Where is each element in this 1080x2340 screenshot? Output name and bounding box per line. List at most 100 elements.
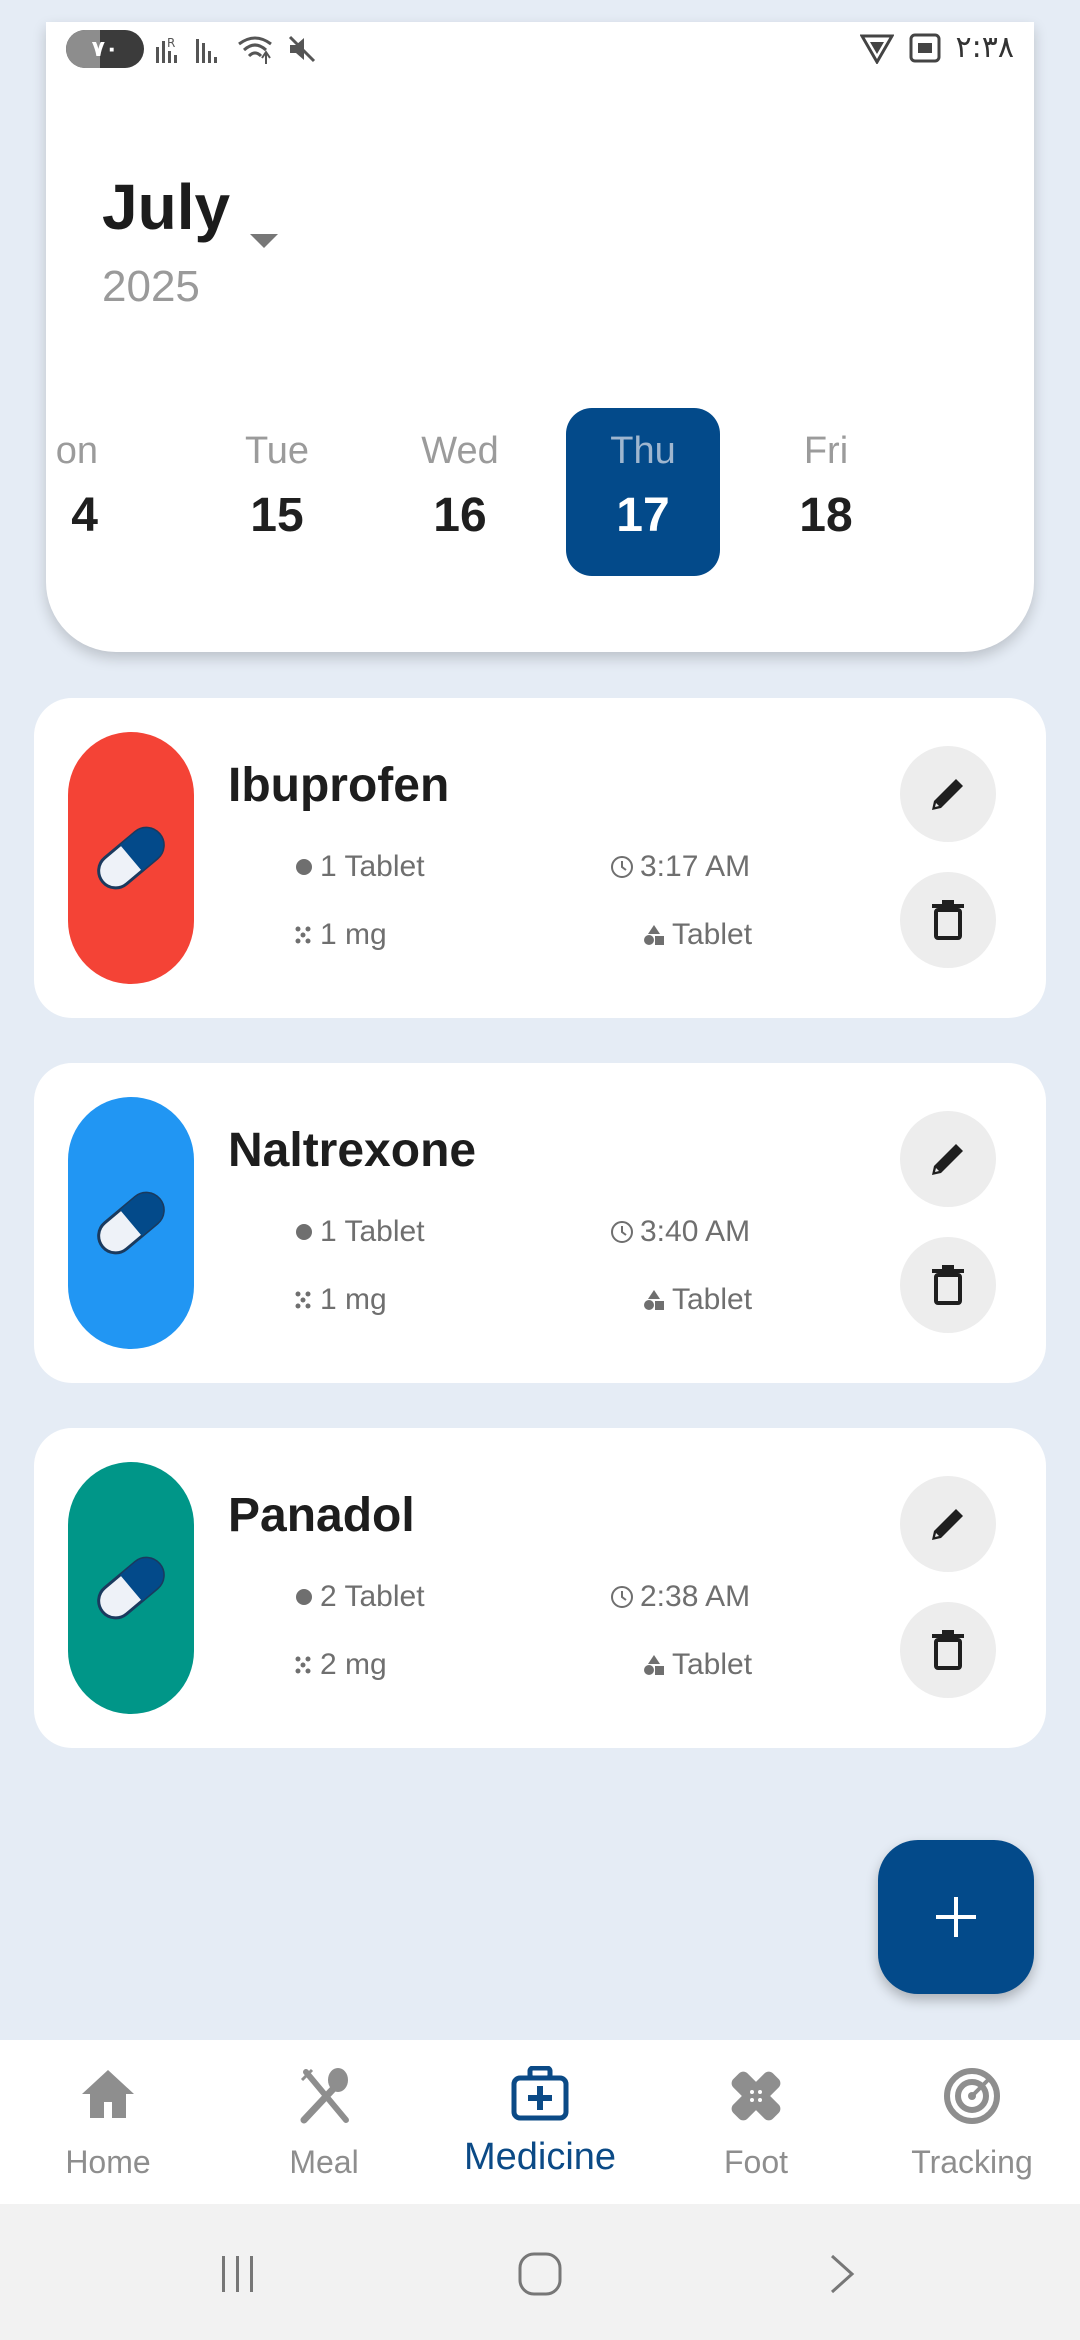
home-icon [82, 2070, 134, 2118]
medicine-card[interactable]: Naltrexone 1 Tablet 3:40 AM 1 mg Tablet [34, 1063, 1046, 1383]
target-icon [944, 2068, 1000, 2124]
nav-label: Tracking [911, 2144, 1033, 2180]
dot-icon [296, 1224, 312, 1240]
home-button[interactable] [510, 2244, 570, 2304]
medicine-name: Ibuprofen [228, 759, 450, 812]
delete-button[interactable] [900, 1602, 996, 1698]
form-info: Tablet [642, 1283, 752, 1317]
medicine-name: Panadol [228, 1489, 415, 1542]
bottom-navigation: Home Meal Medicine Foot Tracking [0, 2040, 1080, 2204]
shapes-icon [644, 925, 664, 945]
back-button[interactable] [812, 2244, 872, 2304]
dose-info: 1 mg [294, 1283, 387, 1317]
utensils-icon [300, 2068, 349, 2124]
shapes-icon [644, 1290, 664, 1310]
day-item[interactable]: on 4 [46, 408, 98, 576]
nav-label: Medicine [463, 2136, 617, 2178]
day-item-selected[interactable]: Thu 17 [566, 408, 720, 576]
nav-label: Meal [289, 2144, 359, 2180]
bandage-icon [731, 2071, 781, 2121]
day-item[interactable]: Tue 15 [200, 408, 354, 576]
mute-icon [288, 35, 316, 63]
day-name: Tue [244, 430, 310, 472]
time-info: 2:38 AM [610, 1580, 750, 1614]
day-number: 15 [250, 489, 304, 542]
nav-item-foot[interactable]: Foot [648, 2040, 864, 2204]
nav-label: Home [65, 2144, 151, 2180]
pill-icon [97, 826, 165, 890]
medicine-color-tile [68, 732, 194, 984]
form-info: Tablet [642, 1648, 752, 1682]
wifi-icon [238, 36, 272, 64]
chevron-right-icon [830, 2254, 855, 2294]
recent-apps-button[interactable] [208, 2244, 268, 2304]
nav-item-meal[interactable]: Meal [216, 2040, 432, 2204]
clock-icon [611, 1586, 633, 1608]
delete-button[interactable] [900, 1237, 996, 1333]
nav-item-medicine[interactable]: Medicine [432, 2040, 648, 2204]
signal-r-icon: R [156, 36, 177, 63]
pencil-icon [932, 1144, 963, 1175]
day-number: 18 [799, 489, 853, 542]
svg-text:R: R [167, 36, 175, 50]
clock-icon [611, 1221, 633, 1243]
nav-item-home[interactable]: Home [0, 2040, 216, 2204]
dot-icon [296, 859, 312, 875]
recent-apps-icon [222, 2256, 253, 2292]
dot-icon [296, 1589, 312, 1605]
trash-icon [932, 1265, 964, 1305]
grain-icon [295, 1656, 311, 1674]
quantity-info: 1 Tablet [294, 850, 425, 884]
calendar-header: ۷۰ R ۲:۳۸ July 2025 on 4 Tue 15 Wed 16 T… [46, 22, 1034, 652]
delete-button[interactable] [900, 872, 996, 968]
day-item[interactable]: Wed 16 [383, 408, 537, 576]
signal-icon [196, 39, 217, 63]
chevron-down-icon[interactable] [250, 234, 278, 248]
nav-label: Foot [723, 2144, 789, 2180]
dose-info: 1 mg [294, 918, 387, 952]
medicine-card[interactable]: Ibuprofen 1 Tablet 3:17 AM 1 mg Tablet [34, 698, 1046, 1018]
home-circle-icon [518, 2252, 562, 2296]
medicine-name: Naltrexone [228, 1124, 477, 1177]
day-number: 16 [433, 489, 487, 542]
quantity-info: 2 Tablet [294, 1580, 425, 1614]
dose-info: 2 mg [294, 1648, 387, 1682]
status-time: ۲:۳۸ [955, 30, 1014, 65]
year-label: 2025 [102, 262, 200, 311]
add-medicine-button[interactable] [878, 1840, 1034, 1994]
status-bar: ۷۰ R ۲:۳۸ [46, 22, 1034, 82]
grain-icon [295, 926, 311, 944]
vpn-shield-icon [859, 34, 894, 64]
day-name: Fri [803, 430, 849, 472]
day-item[interactable]: Fri 18 [749, 408, 903, 576]
day-number: 4 [71, 489, 98, 542]
pill-icon [97, 1191, 165, 1255]
medical-kit-icon [511, 2066, 569, 2121]
plus-icon [936, 1897, 976, 1937]
day-name: Wed [421, 430, 499, 472]
system-navigation [0, 2204, 1080, 2340]
day-name: on [55, 430, 98, 472]
form-info: Tablet [642, 918, 752, 952]
clock-icon [611, 856, 633, 878]
time-info: 3:17 AM [610, 850, 750, 884]
month-label[interactable]: July [102, 170, 230, 244]
pencil-icon [932, 1509, 963, 1540]
pencil-icon [932, 779, 963, 810]
edit-button[interactable] [900, 1111, 996, 1207]
medicine-card[interactable]: Panadol 2 Tablet 2:38 AM 2 mg Tablet [34, 1428, 1046, 1748]
battery-indicator: ۷۰ [66, 30, 144, 68]
edit-button[interactable] [900, 746, 996, 842]
day-number: 17 [616, 489, 670, 542]
pill-icon [97, 1556, 165, 1620]
nav-item-tracking[interactable]: Tracking [864, 2040, 1080, 2204]
medicine-color-tile [68, 1462, 194, 1714]
day-name: Thu [610, 430, 676, 472]
medicine-color-tile [68, 1097, 194, 1349]
screenshot-icon [909, 33, 941, 62]
grain-icon [295, 1291, 311, 1309]
edit-button[interactable] [900, 1476, 996, 1572]
quantity-info: 1 Tablet [294, 1215, 425, 1249]
trash-icon [932, 900, 964, 940]
shapes-icon [644, 1655, 664, 1675]
